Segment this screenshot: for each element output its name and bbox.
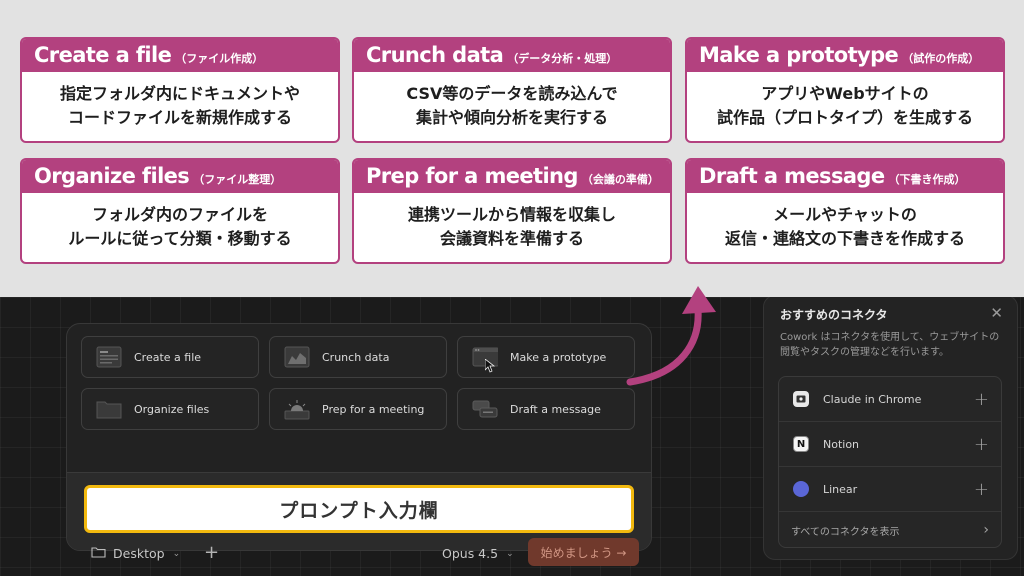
card-crunch-data: Crunch data （データ分析・処理） CSV等のデータを読み込んで 集計… <box>352 37 672 143</box>
card-line: コードファイルを新規作成する <box>67 108 292 127</box>
sunrise-icon <box>284 397 310 421</box>
view-all-label: すべてのコネクタを表示 <box>791 526 900 538</box>
card-prep-meeting: Prep for a meeting （会議の準備） 連携ツールから情報を収集し… <box>352 158 672 264</box>
connector-claude-chrome[interactable]: Claude in Chrome + <box>779 377 1001 422</box>
card-header: Crunch data （データ分析・処理） <box>354 39 670 72</box>
cowork-panel: Create a file Crunch data Make a prototy… <box>66 323 652 566</box>
card-create-file: Create a file （ファイル作成） 指定フォルダ内にドキュメントや コ… <box>20 37 340 143</box>
plus-icon[interactable]: + <box>974 434 989 455</box>
card-body: 連携ツールから情報を収集し 会議資料を準備する <box>354 193 670 261</box>
card-body: アプリやWebサイトの 試作品（プロトタイプ）を生成する <box>687 72 1003 140</box>
card-subtitle: （ファイル作成） <box>175 52 264 65</box>
card-title: Create a file <box>34 43 172 67</box>
card-title: Make a prototype <box>699 43 899 67</box>
card-subtitle: （試作の作成） <box>902 52 980 65</box>
model-selector[interactable]: Opus 4.5 ⌄ <box>442 546 514 561</box>
chart-icon <box>284 345 310 369</box>
connector-notion[interactable]: N Notion + <box>779 422 1001 467</box>
card-line: 連携ツールから情報を収集し <box>407 205 616 224</box>
task-label: Prep for a meeting <box>322 402 425 416</box>
card-title: Draft a message <box>699 164 885 188</box>
folder-icon <box>91 546 106 561</box>
card-line: CSV等のデータを読み込んで <box>406 84 618 103</box>
connector-label: Notion <box>823 437 860 451</box>
plus-icon[interactable]: + <box>974 389 989 410</box>
start-button[interactable]: 始めましょう → <box>528 538 639 566</box>
card-body: CSV等のデータを読み込んで 集計や傾向分析を実行する <box>354 72 670 140</box>
folder-label: Desktop <box>113 546 165 561</box>
card-line: メールやチャットの <box>773 205 917 224</box>
card-make-prototype: Make a prototype （試作の作成） アプリやWebサイトの 試作品… <box>685 37 1005 143</box>
card-title: Crunch data <box>366 43 504 67</box>
prompt-placeholder: プロンプト入力欄 <box>279 499 439 522</box>
plus-icon[interactable]: + <box>974 479 989 500</box>
card-subtitle: （会議の準備） <box>581 173 659 186</box>
task-prep-meeting-button[interactable]: Prep for a meeting <box>269 388 447 430</box>
card-title: Prep for a meeting <box>366 164 578 188</box>
card-subtitle: （ファイル整理） <box>193 173 282 186</box>
add-button[interactable]: + <box>204 542 219 563</box>
card-draft-message: Draft a message （下書き作成） メールやチャットの 返信・連絡文… <box>685 158 1005 264</box>
card-organize-files: Organize files （ファイル整理） フォルダ内のファイルを ルールに… <box>20 158 340 264</box>
chevron-down-icon: ⌄ <box>506 548 514 559</box>
task-crunch-data-button[interactable]: Crunch data <box>269 336 447 378</box>
card-line: フォルダ内のファイルを <box>91 205 268 224</box>
card-body: フォルダ内のファイルを ルールに従って分類・移動する <box>22 193 338 261</box>
card-line: 会議資料を準備する <box>439 229 584 248</box>
document-icon <box>96 345 122 369</box>
card-body: 指定フォルダ内にドキュメントや コードファイルを新規作成する <box>22 72 338 140</box>
card-line: 集計や傾向分析を実行する <box>415 108 608 127</box>
chevron-down-icon: ⌄ <box>172 548 181 559</box>
notion-icon: N <box>793 436 809 452</box>
card-title: Organize files <box>34 164 190 188</box>
start-label: 始めましょう → <box>540 545 627 560</box>
task-create-file-button[interactable]: Create a file <box>81 336 259 378</box>
card-header: Create a file （ファイル作成） <box>22 39 338 72</box>
folder-icon <box>96 397 122 421</box>
chrome-icon <box>793 391 809 407</box>
connector-label: Linear <box>823 482 858 496</box>
card-line: ルールに従って分類・移動する <box>68 229 292 248</box>
card-header: Make a prototype （試作の作成） <box>687 39 1003 72</box>
annotation-area: Create a file （ファイル作成） 指定フォルダ内にドキュメントや コ… <box>0 0 1024 297</box>
folder-selector[interactable]: Desktop ⌄ <box>91 546 180 561</box>
task-label: Crunch data <box>322 350 390 364</box>
chevron-right-icon: › <box>983 522 989 538</box>
close-icon[interactable]: ✕ <box>990 304 1003 322</box>
app-screen: Create a file Crunch data Make a prototy… <box>0 297 1024 576</box>
card-header: Organize files （ファイル整理） <box>22 160 338 193</box>
card-line: アプリやWebサイトの <box>761 84 929 103</box>
prompt-input[interactable]: プロンプト入力欄 <box>84 485 634 533</box>
connector-list: Claude in Chrome + N Notion + Linear + す… <box>778 376 1002 548</box>
task-label: Draft a message <box>510 402 601 416</box>
card-line: 指定フォルダ内にドキュメントや <box>59 84 300 103</box>
connector-linear[interactable]: Linear + <box>779 467 1001 512</box>
card-body: メールやチャットの 返信・連絡文の下書きを作成する <box>687 193 1003 261</box>
task-draft-message-button[interactable]: Draft a message <box>457 388 635 430</box>
view-all-connectors-link[interactable]: すべてのコネクタを表示 › <box>779 512 1001 548</box>
task-make-prototype-button[interactable]: Make a prototype <box>457 336 635 378</box>
panel-description: Cowork はコネクタを使用して、ウェブサイトの閲覧やタスクの管理などを行いま… <box>780 332 1000 358</box>
card-subtitle: （下書き作成） <box>888 173 966 186</box>
plus-icon: + <box>204 542 220 563</box>
task-label: Organize files <box>134 402 210 416</box>
card-header: Prep for a meeting （会議の準備） <box>354 160 670 193</box>
card-line: 試作品（プロトタイプ）を生成する <box>716 108 973 127</box>
cursor-icon <box>484 358 496 377</box>
chat-bubbles-icon <box>472 397 498 421</box>
connector-label: Claude in Chrome <box>823 392 922 406</box>
linear-icon <box>793 481 809 497</box>
card-header: Draft a message （下書き作成） <box>687 160 1003 193</box>
model-label: Opus 4.5 <box>442 546 499 561</box>
task-label: Make a prototype <box>510 350 607 364</box>
card-subtitle: （データ分析・処理） <box>507 52 618 65</box>
connector-panel: おすすめのコネクタ ✕ Cowork はコネクタを使用して、ウェブサイトの閲覧や… <box>763 297 1018 560</box>
task-label: Create a file <box>134 350 202 364</box>
panel-title: おすすめのコネクタ <box>780 308 888 322</box>
task-organize-files-button[interactable]: Organize files <box>81 388 259 430</box>
card-line: 返信・連絡文の下書きを作成する <box>724 229 965 248</box>
